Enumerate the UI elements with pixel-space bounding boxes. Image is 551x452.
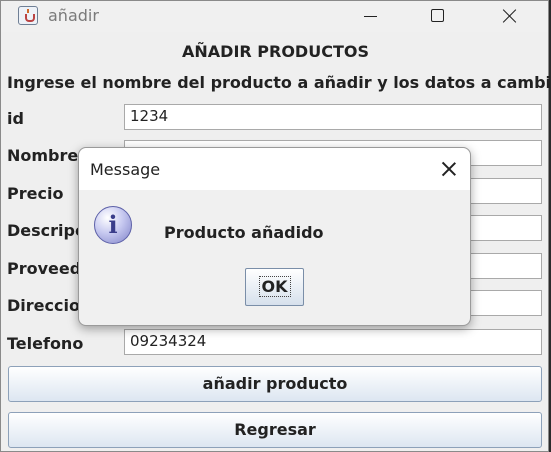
precio-label: Precio — [7, 184, 64, 203]
dialog-title-bar: Message — [79, 148, 470, 190]
ok-label: OK — [258, 276, 291, 297]
telefono-label: Telefono — [7, 334, 84, 353]
java-app-icon — [18, 6, 38, 25]
close-window-button[interactable] — [487, 1, 533, 32]
minimize-button[interactable] — [347, 1, 393, 32]
dialog-close-icon[interactable] — [434, 154, 464, 184]
telefono-field[interactable]: 09234324 — [124, 329, 542, 355]
form-heading: AÑADIR PRODUCTOS — [182, 42, 369, 61]
nombre-label: Nombre — [7, 146, 79, 165]
ok-button[interactable]: OK — [245, 268, 304, 306]
add-product-button[interactable]: añadir producto — [8, 366, 542, 402]
id-label: id — [7, 109, 24, 128]
window-title: añadir — [48, 6, 99, 25]
dialog-title: Message — [90, 160, 161, 179]
id-field[interactable]: 1234 — [124, 104, 542, 130]
dialog-message: Producto añadido — [164, 223, 324, 242]
title-bar: añadir — [1, 1, 548, 32]
back-button[interactable]: Regresar — [8, 412, 542, 448]
message-dialog: Message i Producto añadido OK — [78, 147, 471, 326]
information-icon: i — [94, 206, 132, 244]
form-instructions: Ingrese el nombre del producto a añadir … — [7, 73, 551, 92]
maximize-button[interactable] — [414, 1, 460, 32]
